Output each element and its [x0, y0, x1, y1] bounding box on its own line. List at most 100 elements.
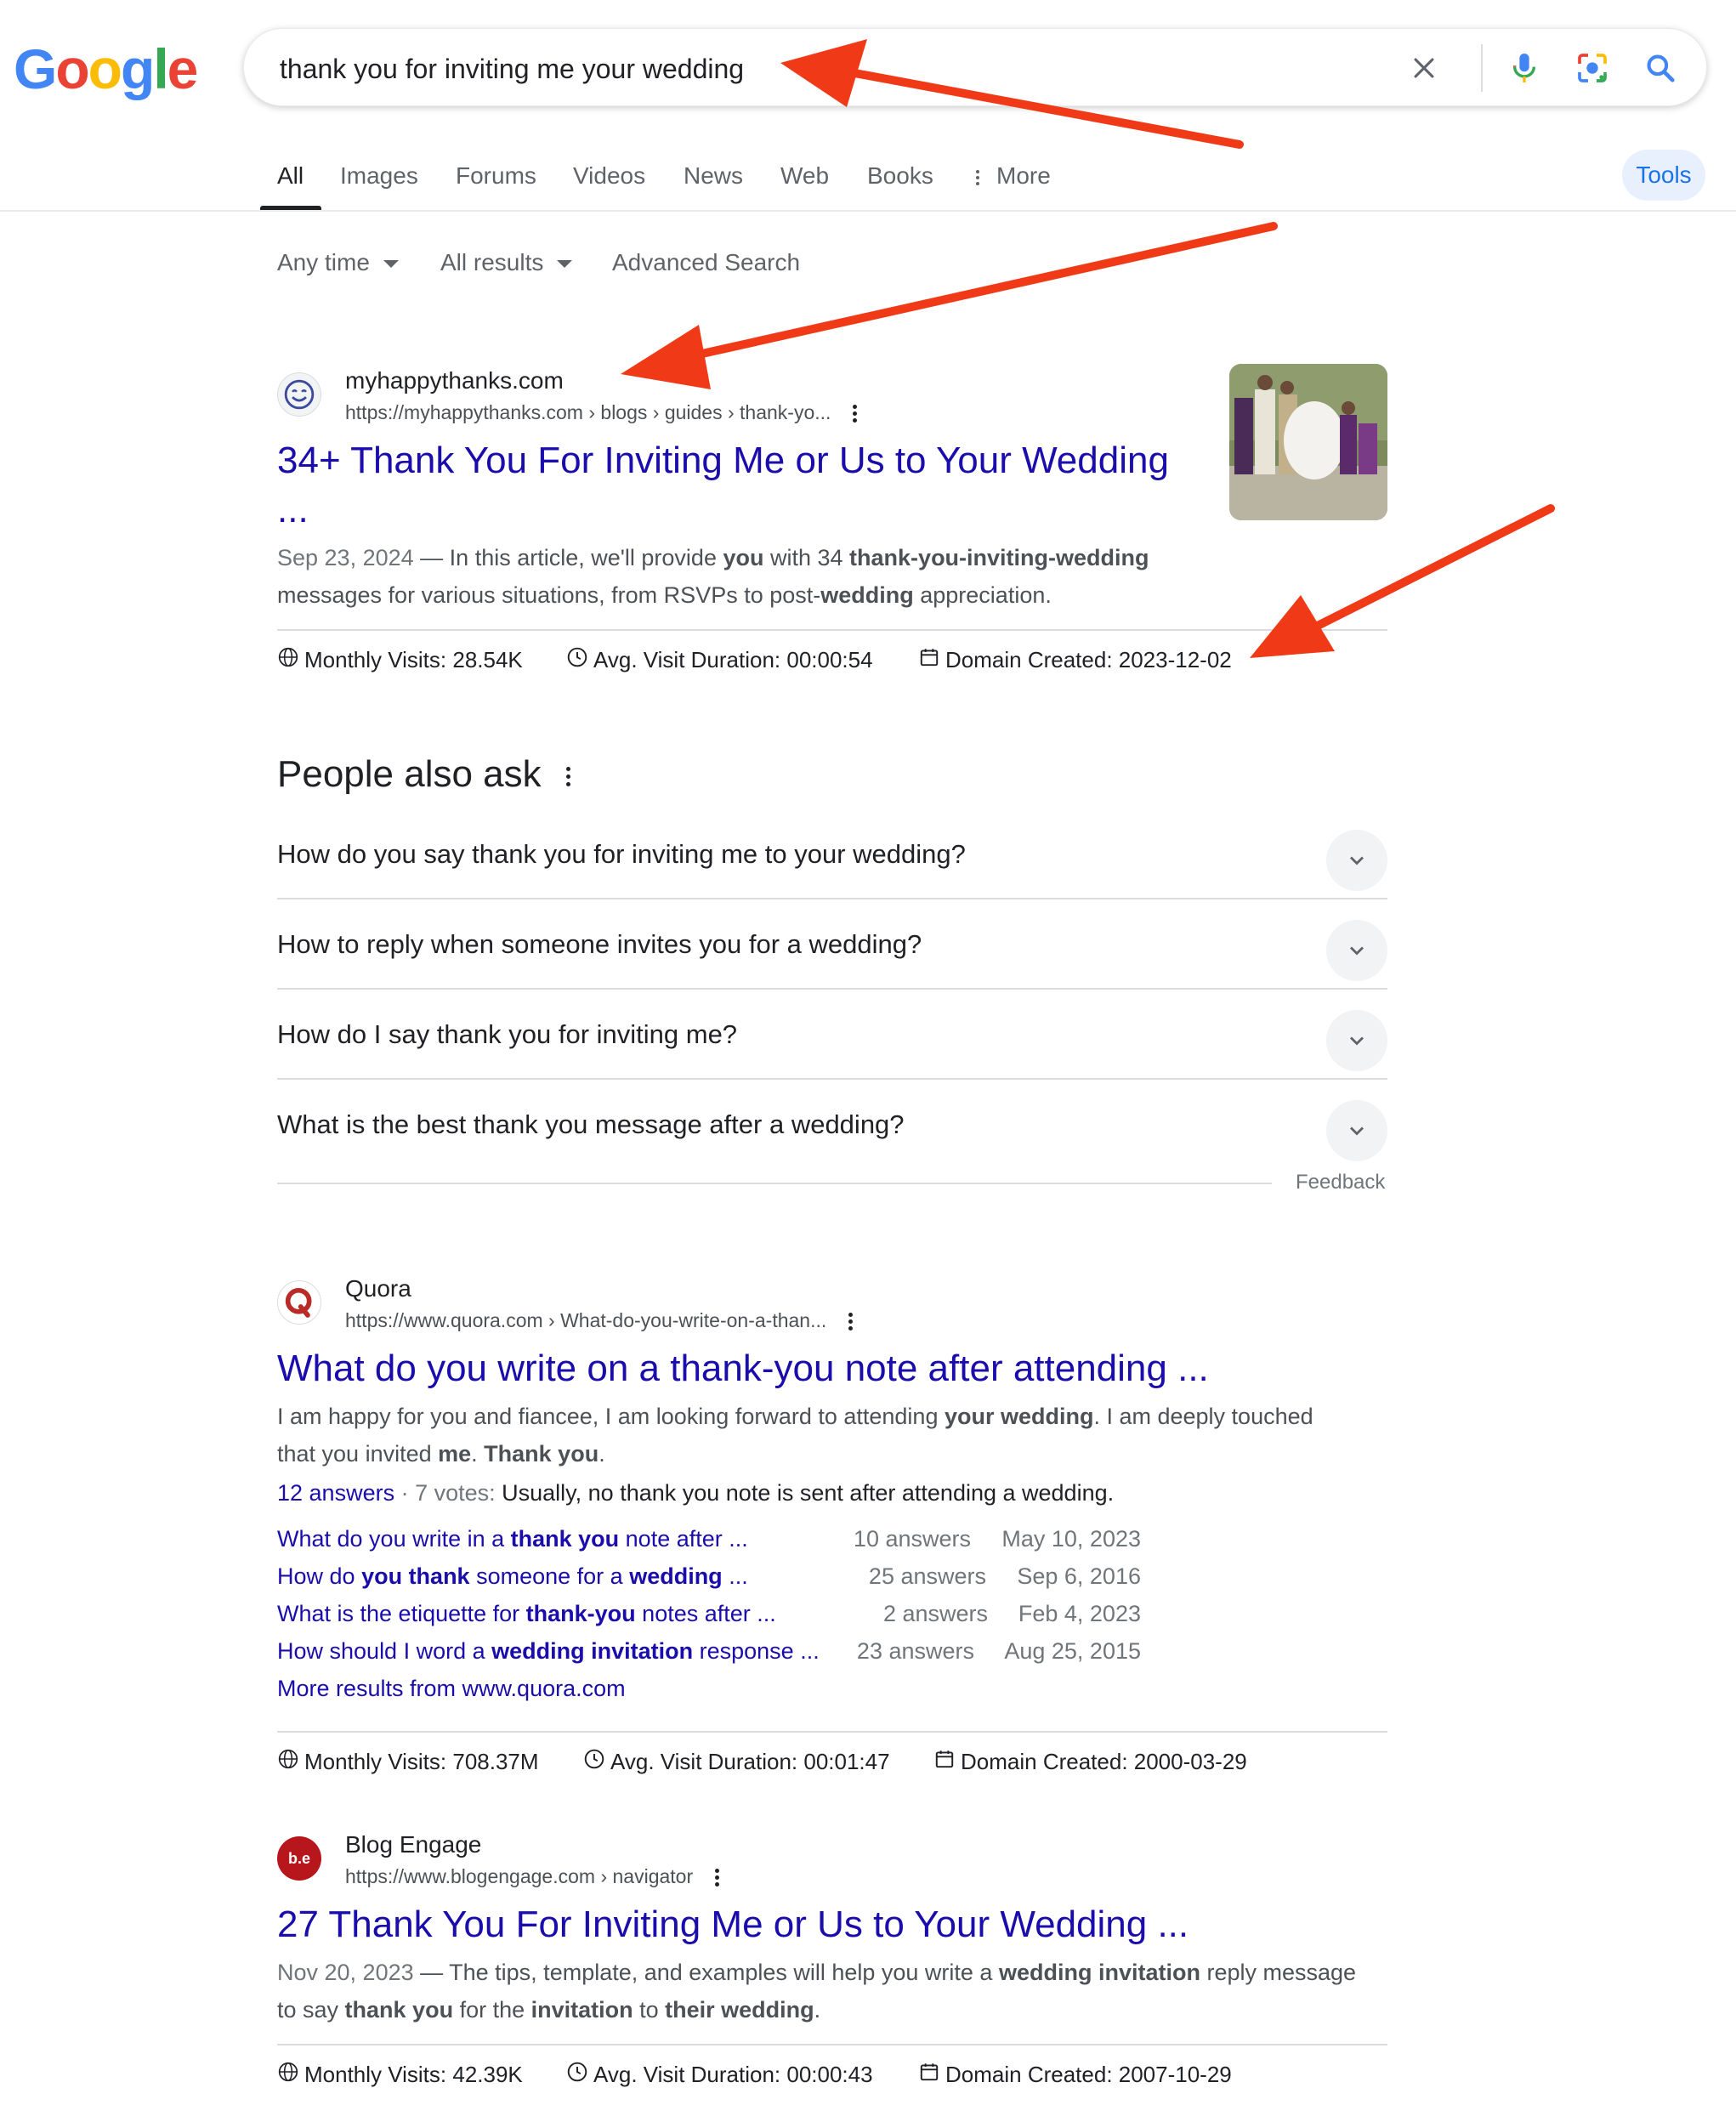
date-separator: —	[413, 1960, 450, 1985]
paa-question[interactable]: How to reply when someone invites you fo…	[277, 899, 1387, 990]
snippet-text: .	[599, 1441, 605, 1467]
any-time-label: Any time	[277, 249, 370, 275]
snippet-text: I am happy for you and fiancee, I am loo…	[277, 1404, 945, 1429]
result-site-name[interactable]: Quora	[345, 1274, 411, 1303]
all-results-label: All results	[440, 249, 544, 275]
any-time-dropdown[interactable]: Any time	[277, 248, 399, 277]
result-url[interactable]: https://myhappythanks.com › blogs › guid…	[345, 400, 858, 425]
sitelink-answers: 25 answers	[868, 1563, 986, 1589]
lens-search-button[interactable]	[1572, 48, 1613, 88]
tab-more[interactable]: More	[976, 162, 1051, 190]
snippet-text: that you invited	[277, 1441, 439, 1467]
paa-question[interactable]: What is the best thank you message after…	[277, 1080, 1387, 1170]
snippet-bold: invitation	[530, 1997, 633, 2023]
advanced-search-link[interactable]: Advanced Search	[612, 248, 800, 277]
snippet-text: to say	[277, 1997, 345, 2023]
sitelink-answers: 23 answers	[856, 1638, 974, 1664]
answers-count-link[interactable]: 12 answers	[277, 1480, 394, 1506]
result-url[interactable]: https://www.blogengage.com › navigator	[345, 1864, 720, 1889]
sitelink-answers: 2 answers	[882, 1601, 988, 1626]
result-favicon[interactable]	[277, 372, 321, 417]
calendar-icon	[933, 1748, 956, 1776]
clock-icon	[566, 2061, 588, 2089]
more-results-link[interactable]: More results from www.quora.com	[277, 1674, 626, 1703]
tab-web[interactable]: Web	[780, 162, 829, 190]
avg-visit-duration: Avg. Visit Duration: 00:00:43	[566, 2061, 873, 2089]
snippet-text: to	[633, 1997, 666, 2023]
sitelink[interactable]: How do you thank someone for a wedding .…	[277, 1562, 748, 1591]
paa-question-text: How to reply when someone invites you fo…	[277, 929, 922, 959]
result-favicon[interactable]	[277, 1280, 321, 1325]
feedback-link[interactable]: Feedback	[1296, 1171, 1385, 1194]
chevron-down-icon[interactable]	[1326, 1010, 1387, 1071]
tab-videos[interactable]: Videos	[573, 162, 645, 190]
chevron-down-icon[interactable]	[1326, 920, 1387, 981]
avg-visit-duration-text: Avg. Visit Duration: 00:00:43	[593, 2062, 873, 2087]
more-options-icon[interactable]	[715, 1866, 720, 1889]
search-divider	[1481, 44, 1483, 92]
paa-more-options-icon[interactable]	[566, 763, 571, 790]
tools-button[interactable]: Tools	[1622, 150, 1705, 201]
snippet-bold: thank-you-inviting-wedding	[849, 545, 1149, 570]
result-site-name[interactable]: Blog Engage	[345, 1830, 481, 1859]
tab-images[interactable]: Images	[340, 162, 418, 190]
snippet-text: for the	[453, 1997, 531, 2023]
sitelink-text: What do you write in a	[277, 1526, 511, 1552]
snippet-bold: your wedding	[944, 1404, 1094, 1429]
smiley-icon	[284, 379, 315, 410]
tab-books[interactable]: Books	[867, 162, 933, 190]
result-url[interactable]: https://www.quora.com › What-do-you-writ…	[345, 1308, 854, 1333]
snippet-bold: Thank you	[484, 1441, 599, 1467]
caret-down-icon	[557, 260, 573, 269]
result-title[interactable]: 34+ Thank You For Inviting Me or Us to Y…	[277, 437, 1169, 485]
result-title-continuation[interactable]: ...	[277, 486, 309, 534]
search-input[interactable]	[278, 48, 1387, 90]
result-title[interactable]: 27 Thank You For Inviting Me or Us to Yo…	[277, 1901, 1189, 1949]
chevron-down-icon[interactable]	[1326, 1100, 1387, 1161]
voice-search-button[interactable]	[1504, 48, 1545, 88]
tab-all[interactable]: All	[277, 162, 304, 190]
snippet-bold: wedding	[820, 582, 914, 608]
result-title[interactable]: What do you write on a thank-you note af…	[277, 1345, 1209, 1393]
domain-created: Domain Created: 2007-10-29	[918, 2061, 1232, 2089]
more-kebab-icon	[976, 167, 981, 188]
all-results-dropdown[interactable]: All results	[440, 248, 573, 277]
sitelink-text: ...	[722, 1563, 748, 1589]
paa-question[interactable]: How do I say thank you for inviting me?	[277, 990, 1387, 1080]
snippet-text: reply message	[1200, 1960, 1357, 1985]
result-favicon[interactable]: b.e	[277, 1836, 321, 1881]
tab-more-label: More	[996, 162, 1051, 189]
paa-question[interactable]: How do you say thank you for inviting me…	[277, 809, 1387, 899]
result-thumbnail[interactable]	[1229, 364, 1387, 520]
avg-visit-duration: Avg. Visit Duration: 00:00:54	[566, 646, 873, 674]
tab-news[interactable]: News	[684, 162, 743, 190]
sitelink[interactable]: What do you write in a thank you note af…	[277, 1524, 748, 1553]
sitelink-bold: wedding invitation	[491, 1638, 694, 1664]
chevron-down-icon[interactable]	[1326, 830, 1387, 891]
result-meta-divider	[277, 629, 1387, 631]
red-arrow-icon	[1250, 504, 1555, 658]
sitelink-answers: 10 answers	[853, 1526, 971, 1552]
paa-question-text: What is the best thank you message after…	[277, 1109, 905, 1139]
avg-visit-duration: Avg. Visit Duration: 00:01:47	[583, 1748, 890, 1776]
snippet-bold: wedding invitation	[998, 1960, 1200, 1985]
result-snippet: Nov 20, 2023 — The tips, template, and e…	[277, 1954, 1399, 2028]
google-logo[interactable]: Google	[14, 39, 198, 99]
quora-logo-icon	[285, 1288, 312, 1318]
search-icon	[1647, 54, 1675, 82]
monthly-visits: Monthly Visits: 28.54K	[277, 646, 523, 674]
more-options-icon[interactable]	[848, 1310, 854, 1333]
clear-search-button[interactable]	[1404, 48, 1444, 88]
search-button[interactable]	[1640, 48, 1681, 88]
sitelink[interactable]: How should I word a wedding invitation r…	[277, 1637, 820, 1665]
result-site-name[interactable]: myhappythanks.com	[345, 366, 564, 395]
sitelink[interactable]: What is the etiquette for thank-you note…	[277, 1599, 776, 1628]
sitelink-bold: thank you	[510, 1526, 620, 1552]
monthly-visits-text: Monthly Visits: 708.37M	[304, 1749, 539, 1774]
calendar-icon	[918, 646, 940, 674]
date-separator: —	[413, 545, 450, 570]
tab-forums[interactable]: Forums	[456, 162, 536, 190]
result-meta-divider	[277, 2044, 1387, 2045]
caret-down-icon	[383, 260, 399, 269]
more-options-icon[interactable]	[853, 402, 858, 425]
